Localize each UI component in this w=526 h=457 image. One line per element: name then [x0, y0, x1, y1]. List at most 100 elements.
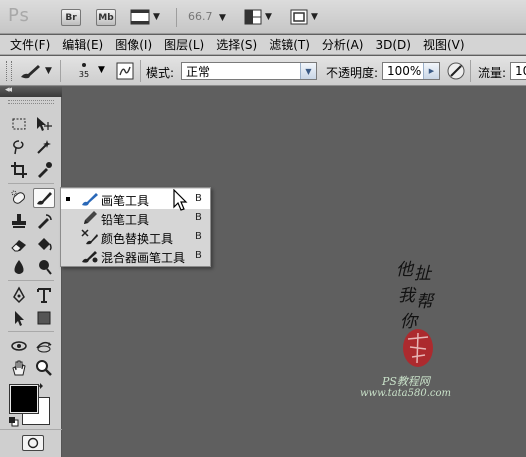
menu-layer[interactable]: 图层(L): [158, 36, 210, 53]
menu-bar: 文件(F) 编辑(E) 图像(I) 图层(L) 选择(S) 滤镜(T) 分析(A…: [0, 35, 526, 55]
calligraphy-char: 扯: [414, 264, 431, 284]
screen-mode-button[interactable]: ▼: [290, 8, 318, 26]
brush-tool[interactable]: [33, 188, 55, 208]
launch-mini-bridge-button[interactable]: Mb: [96, 9, 116, 26]
calligraphy-char: 我: [398, 286, 415, 306]
brush-preset-picker[interactable]: 35: [72, 59, 96, 83]
flyout-item-label: 铅笔工具: [101, 213, 150, 227]
pen-icon: [13, 286, 25, 304]
3d-orbit-icon: [36, 341, 52, 353]
3d-orbit-tool[interactable]: [33, 336, 55, 356]
tools-panel-header[interactable]: ◂◂: [0, 85, 62, 97]
history-brush-icon: [38, 214, 52, 229]
chevron-down-icon: ▼: [153, 12, 160, 22]
lasso-tool[interactable]: [8, 137, 30, 157]
arrange-documents-icon: [244, 9, 262, 25]
magic-wand-icon: [37, 140, 51, 154]
eraser-tool[interactable]: [8, 234, 30, 254]
zoom-level[interactable]: 66.7 ▼: [188, 10, 226, 23]
flyout-item-label: 混合器画笔工具: [101, 251, 186, 265]
quick-mask-icon: [27, 437, 39, 449]
calligraphy-char: 他: [396, 260, 413, 280]
arrange-documents-button[interactable]: ▼: [244, 8, 272, 26]
brush-icon: [82, 193, 98, 206]
tools-panel-grip[interactable]: [8, 100, 54, 104]
menu-select[interactable]: 选择(S): [210, 36, 263, 53]
zoom-icon: [36, 360, 52, 376]
3d-rotate-icon: [11, 341, 27, 351]
toggle-brush-panel-button[interactable]: [116, 62, 134, 80]
horizontal-type-tool[interactable]: [33, 285, 55, 305]
flow-field[interactable]: 10: [510, 62, 526, 80]
eyedropper-icon: [38, 162, 52, 178]
paint-bucket-tool[interactable]: [33, 234, 55, 254]
flyout-item-mixer-brush-tool[interactable]: 混合器画笔工具 B: [61, 246, 210, 266]
zoom-tool[interactable]: [33, 358, 55, 378]
menu-analysis[interactable]: 分析(A): [316, 36, 370, 53]
rectangle-shape-icon: [37, 311, 51, 325]
magic-wand-tool[interactable]: [33, 137, 55, 157]
path-selection-tool[interactable]: [8, 308, 30, 328]
divider: [8, 280, 54, 281]
options-bar-grip[interactable]: [6, 61, 12, 81]
watermark-site-name: PS教程网: [382, 375, 430, 388]
blend-mode-value: 正常: [186, 64, 211, 79]
launch-bridge-button[interactable]: Br: [61, 9, 81, 26]
opacity-field[interactable]: 100% ▶: [382, 62, 440, 80]
eyedropper-tool[interactable]: [33, 160, 55, 180]
view-extras-button[interactable]: ▼: [130, 8, 160, 26]
dodge-tool[interactable]: [33, 257, 55, 277]
path-selection-icon: [15, 311, 24, 326]
opacity-label: 不透明度:: [326, 66, 379, 80]
selected-bullet-icon: [66, 197, 70, 201]
menu-filter[interactable]: 滤镜(T): [263, 36, 316, 53]
chevron-down-icon: ▼: [219, 13, 226, 23]
menu-image[interactable]: 图像(I): [109, 36, 158, 53]
tools-panel: ◂◂: [0, 85, 62, 457]
stamp-icon: [12, 214, 26, 228]
crop-tool[interactable]: [8, 160, 30, 180]
hand-tool[interactable]: [8, 358, 30, 378]
rectangle-tool[interactable]: [33, 308, 55, 328]
rectangular-marquee-tool[interactable]: [8, 114, 30, 134]
move-tool[interactable]: [33, 114, 55, 134]
pressure-opacity-button[interactable]: [446, 61, 466, 81]
clone-stamp-tool[interactable]: [8, 211, 30, 231]
history-brush-tool[interactable]: [33, 211, 55, 231]
pencil-icon: [84, 211, 97, 224]
divider: [140, 60, 141, 82]
hand-icon: [12, 360, 26, 376]
quick-mask-button[interactable]: [22, 435, 44, 451]
pressure-opacity-icon: [447, 62, 465, 80]
blur-icon: [14, 260, 24, 274]
divider: [0, 429, 62, 430]
mode-label: 模式:: [146, 66, 175, 80]
paint-bucket-icon: [38, 238, 52, 251]
eraser-icon: [11, 240, 26, 252]
menu-edit[interactable]: 编辑(E): [56, 36, 109, 53]
spot-healing-brush-tool[interactable]: [8, 188, 30, 208]
blur-tool[interactable]: [8, 257, 30, 277]
menu-file[interactable]: 文件(F): [0, 36, 56, 53]
blend-mode-select[interactable]: 正常 ▼: [181, 62, 317, 80]
red-seal-stamp: [403, 329, 433, 367]
foreground-color-swatch[interactable]: [9, 384, 39, 414]
divider: [60, 60, 61, 82]
menu-view[interactable]: 视图(V): [417, 36, 471, 53]
default-colors-button[interactable]: [9, 416, 19, 430]
collapse-icon[interactable]: ◂◂: [5, 85, 12, 95]
3d-rotate-tool[interactable]: [8, 336, 30, 356]
flyout-item-color-replacement-tool[interactable]: 颜色替换工具 B: [61, 227, 210, 247]
view-extras-icon: [130, 9, 150, 25]
dodge-icon: [39, 260, 52, 275]
type-icon: [37, 288, 51, 303]
tool-preset-picker[interactable]: ▼: [18, 61, 52, 81]
pen-tool[interactable]: [8, 285, 30, 305]
shortcut-key: B: [195, 212, 202, 223]
brush-size-value: 35: [78, 70, 90, 79]
chevron-down-icon[interactable]: ▼: [98, 65, 105, 75]
brush-icon: [37, 192, 52, 205]
divider: [8, 331, 54, 332]
menu-3d[interactable]: 3D(D): [369, 38, 416, 52]
default-colors-icon: [9, 417, 19, 427]
